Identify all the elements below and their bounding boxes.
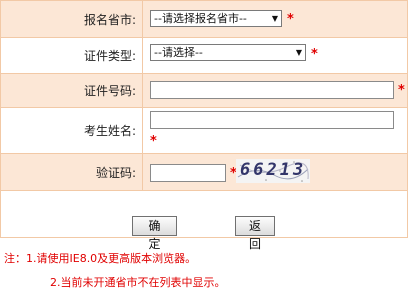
captcha-label: 验证码:: [1, 154, 143, 190]
province-label: 报名省市:: [1, 1, 143, 37]
province-cell: --请选择报名省市-- ▼ *: [144, 1, 407, 37]
id-type-select-value: --请选择--: [154, 46, 203, 59]
row-actions: [1, 191, 407, 237]
row-name: 考生姓名: *: [1, 108, 407, 154]
province-select[interactable]: --请选择报名省市-- ▼: [150, 10, 282, 27]
name-cell: *: [144, 108, 407, 153]
row-id-number: 证件号码: *: [1, 74, 407, 108]
row-province: 报名省市: --请选择报名省市-- ▼ *: [1, 1, 407, 38]
id-type-select[interactable]: --请选择-- ▼: [150, 44, 306, 61]
name-label: 考生姓名:: [1, 108, 143, 153]
id-number-required-mark: *: [398, 83, 405, 98]
exam-query-form: 报名省市: --请选择报名省市-- ▼ * 证件类型: --请选择-- ▼ * …: [0, 0, 408, 238]
confirm-button[interactable]: 确 定: [132, 216, 177, 251]
id-type-required-mark: *: [311, 47, 318, 62]
id-type-label: 证件类型:: [1, 38, 143, 73]
id-number-cell: *: [144, 74, 407, 107]
back-button[interactable]: 返 回: [235, 216, 275, 251]
chevron-down-icon: ▼: [295, 48, 302, 57]
id-type-cell: --请选择-- ▼ *: [144, 38, 407, 73]
row-id-type: 证件类型: --请选择-- ▼ *: [1, 38, 407, 74]
province-required-mark: *: [287, 12, 294, 27]
captcha-input[interactable]: [150, 164, 226, 182]
name-required-mark: *: [150, 134, 157, 149]
row-captcha: 验证码: * 66213: [1, 154, 407, 191]
captcha-code-text: 66213: [240, 160, 307, 180]
captcha-cell: * 66213: [144, 154, 407, 190]
note-line-2: 2.当前未开通省市不在列表中显示。: [50, 276, 226, 289]
name-input[interactable]: [150, 111, 394, 129]
note-line-1: 注：1.请使用IE8.0及更高版本浏览器。: [4, 252, 197, 265]
province-select-value: --请选择报名省市--: [154, 12, 247, 25]
id-number-label: 证件号码:: [1, 74, 143, 107]
id-number-input[interactable]: [150, 81, 394, 99]
captcha-image[interactable]: 66213: [236, 159, 310, 183]
chevron-down-icon: ▼: [271, 14, 278, 23]
